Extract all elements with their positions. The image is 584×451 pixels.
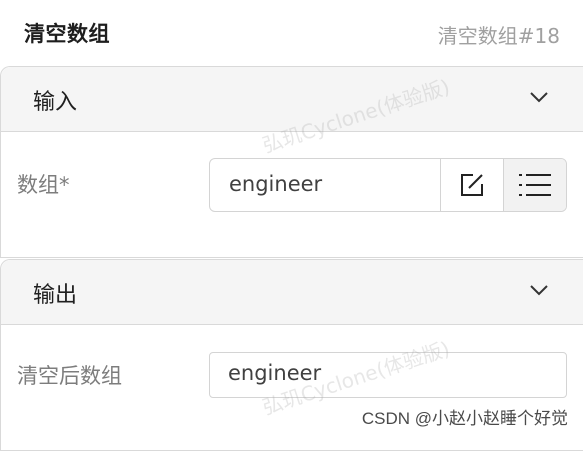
output-field-label: 清空后数组 xyxy=(17,364,122,388)
csdn-credit: CSDN @小赵小赵睡个好觉 xyxy=(361,409,568,428)
list-icon xyxy=(519,174,551,196)
array-input-group: engineer xyxy=(209,158,567,212)
panel-title: 清空数组 xyxy=(24,22,110,46)
chevron-down-icon[interactable] xyxy=(529,280,549,300)
input-section-title: 输入 xyxy=(33,90,78,115)
array-field-label: 数组* xyxy=(17,173,70,197)
input-section-header[interactable]: 输入 xyxy=(1,67,583,132)
output-value: engineer xyxy=(228,361,322,385)
array-input[interactable]: engineer xyxy=(229,172,322,196)
panel-header: 清空数组 清空数组#18 xyxy=(0,0,584,66)
edit-icon xyxy=(461,174,483,196)
output-input[interactable]: engineer xyxy=(209,352,567,398)
edit-button[interactable] xyxy=(440,159,503,211)
list-button[interactable] xyxy=(503,159,566,211)
chevron-down-icon[interactable] xyxy=(529,87,549,107)
output-section-title: 输出 xyxy=(33,283,78,308)
output-section-header[interactable]: 输出 xyxy=(1,260,583,325)
input-section: 输入 数组* engineer xyxy=(0,66,583,258)
node-id: 清空数组#18 xyxy=(437,24,560,48)
